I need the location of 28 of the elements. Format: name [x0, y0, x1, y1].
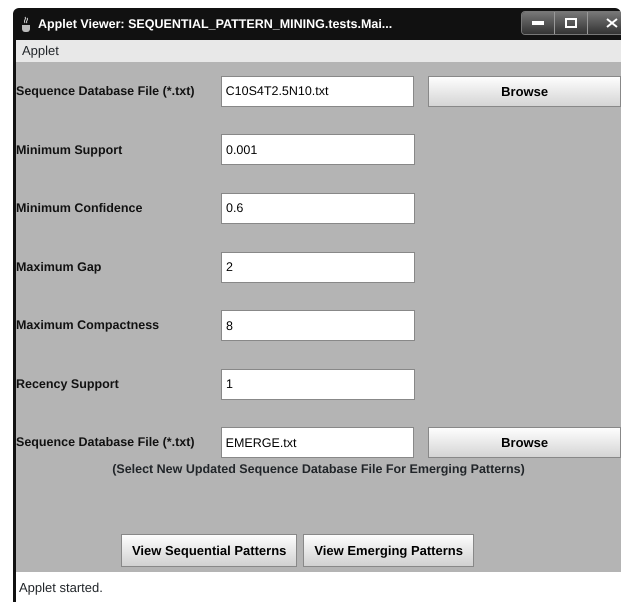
field-label: Maximum Compactness: [16, 317, 160, 334]
input-field[interactable]: 0.001: [221, 134, 415, 166]
view-button[interactable]: View Sequential Patterns: [121, 534, 298, 567]
maximize-icon: [565, 18, 577, 28]
field-label: Minimum Confidence: [16, 200, 144, 218]
close-icon: [606, 18, 618, 28]
status-text: Applet started.: [16, 572, 621, 602]
minimize-icon: [532, 21, 544, 25]
field-label: Sequence Database File (*.txt): [16, 82, 196, 100]
menu-item[interactable]: Applet: [22, 41, 59, 61]
input-field[interactable]: 8: [221, 310, 415, 342]
input-field[interactable]: 1: [221, 368, 415, 400]
maximize-button[interactable]: [555, 12, 588, 34]
field-label: Sequence Database File (*.txt): [16, 434, 196, 452]
browse-button[interactable]: Browse: [428, 76, 621, 107]
window-title: Applet Viewer: SEQUENTIAL_PATTERN_MINING.tests.Mai...: [38, 16, 392, 33]
input-field[interactable]: C10S4T2.5N10.txt: [220, 76, 414, 107]
input-field[interactable]: 2: [221, 252, 415, 283]
input-field[interactable]: EMERGE.txt: [220, 427, 414, 458]
java-cup-icon: [19, 16, 33, 32]
field-label: Minimum Support: [16, 142, 124, 159]
field-label: Maximum Gap: [16, 258, 102, 276]
input-field[interactable]: 0.6: [221, 192, 415, 224]
minimize-button[interactable]: [522, 12, 555, 34]
field-label: Recency Support: [16, 376, 120, 393]
view-button[interactable]: View Emerging Patterns: [303, 534, 474, 567]
hint-text: (Select New Updated Sequence Database File For Emerging Patterns): [111, 461, 526, 478]
browse-button[interactable]: Browse: [428, 427, 621, 458]
